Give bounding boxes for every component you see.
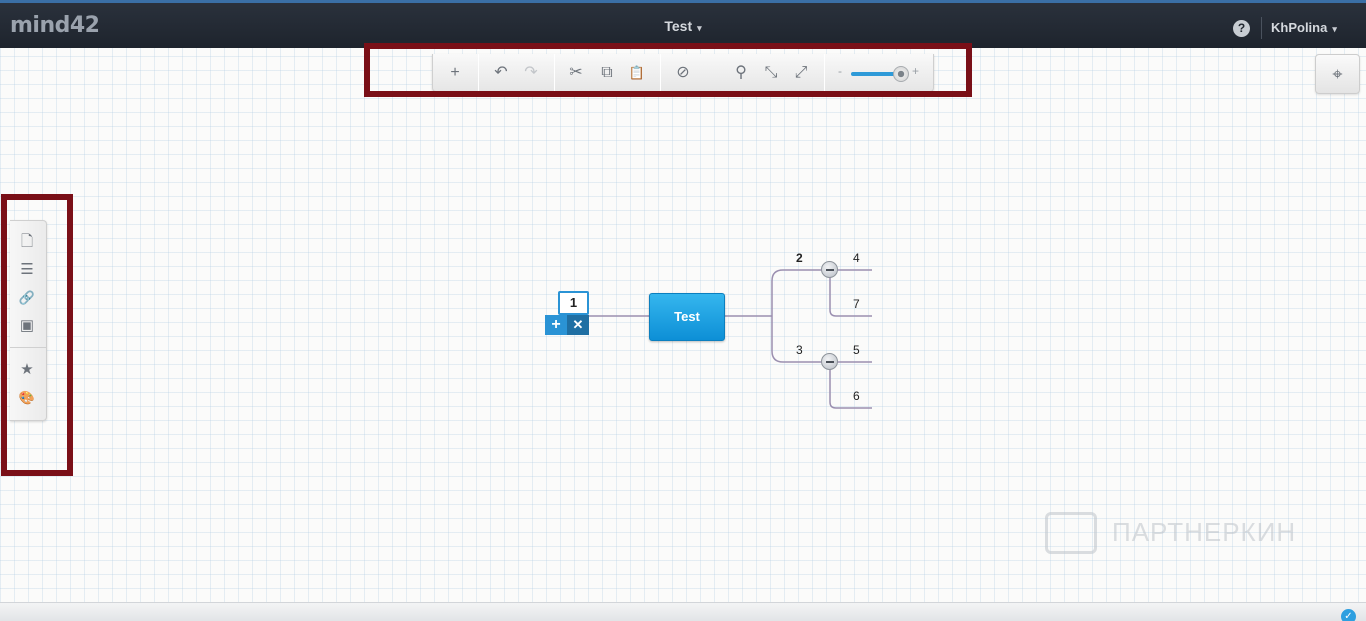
collapse-icon[interactable] — [821, 261, 838, 278]
delete-node-icon[interactable]: ✕ — [567, 315, 589, 335]
mindmap-node[interactable]: 3 — [796, 343, 803, 357]
connector-line — [829, 362, 872, 409]
mindmap-node[interactable]: 2 — [796, 251, 803, 265]
mindmap-node[interactable]: 7 — [853, 297, 860, 311]
status-bar: ✓ — [0, 602, 1366, 621]
root-node[interactable]: Test — [649, 293, 725, 341]
check-circle-icon[interactable]: ✓ — [1341, 609, 1356, 621]
connector-line — [771, 269, 830, 316]
mindmap-node[interactable]: 6 — [853, 389, 860, 403]
watermark-text: ПАРТНЕРКИН — [1112, 517, 1297, 547]
add-child-icon[interactable]: + — [545, 315, 567, 335]
editing-node-input[interactable]: 1 — [558, 291, 589, 315]
collapse-icon[interactable] — [821, 353, 838, 370]
mindmap-node[interactable]: 4 — [853, 251, 860, 265]
watermark-logo-icon — [1045, 512, 1097, 554]
connector-line — [829, 270, 872, 317]
mindmap-node[interactable]: 5 — [853, 343, 860, 357]
